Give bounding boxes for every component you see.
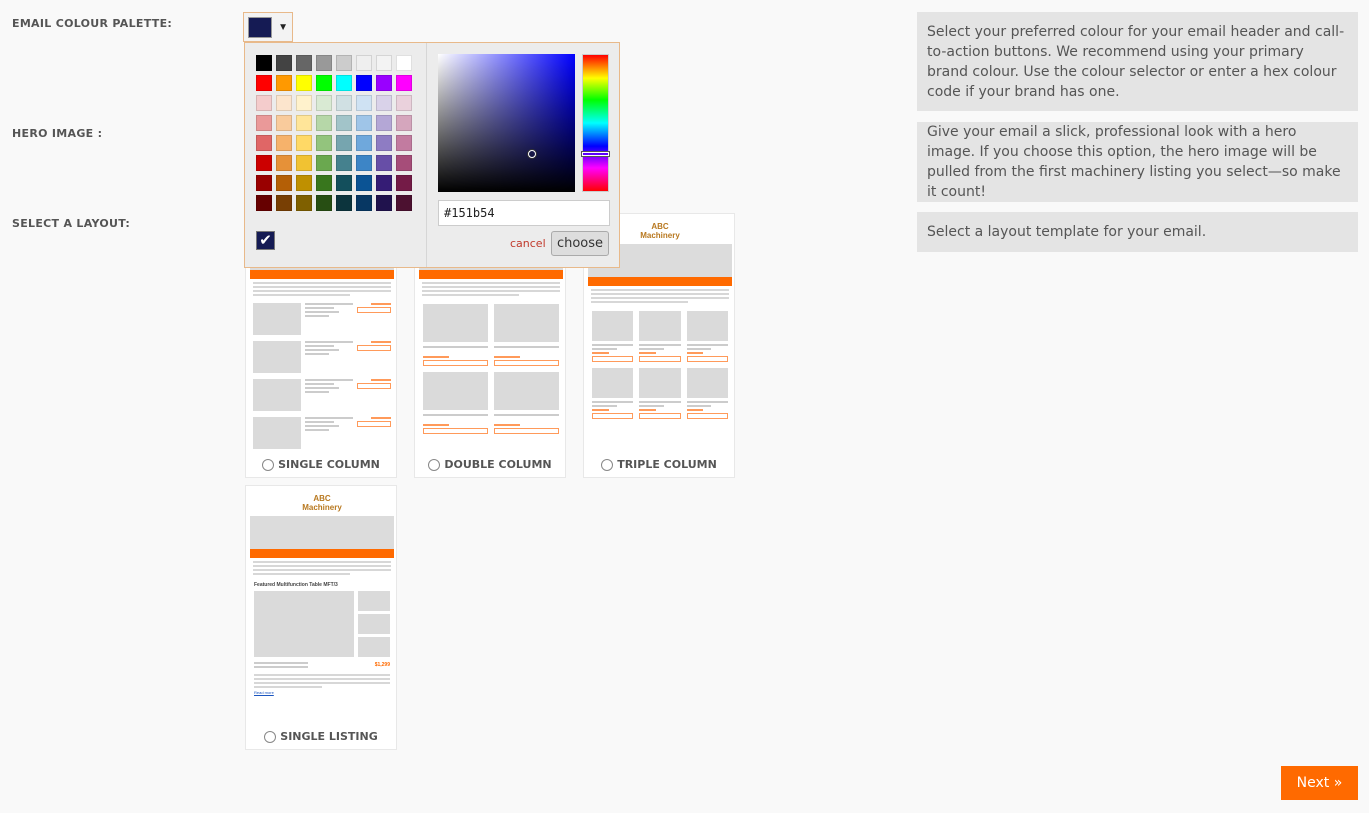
listing-price: $1,299	[374, 662, 390, 668]
palette-swatch[interactable]	[396, 195, 412, 211]
palette-swatch[interactable]	[396, 75, 412, 91]
palette-swatch[interactable]	[356, 115, 372, 131]
hue-slider[interactable]	[582, 54, 609, 192]
palette-swatch[interactable]	[256, 55, 272, 71]
palette-swatch[interactable]	[316, 135, 332, 151]
palette-swatch[interactable]	[316, 95, 332, 111]
palette-swatch[interactable]	[256, 115, 272, 131]
palette-swatch[interactable]	[296, 175, 312, 191]
select-layout-label: SELECT A LAYOUT:	[12, 217, 131, 230]
palette-swatch[interactable]	[336, 55, 352, 71]
palette-swatch[interactable]	[256, 175, 272, 191]
palette-swatch[interactable]	[276, 135, 292, 151]
palette-swatch[interactable]	[356, 175, 372, 191]
layout-help-text: Select a layout template for your email.	[917, 212, 1358, 252]
colour-help-text: Select your preferred colour for your em…	[917, 12, 1358, 111]
choose-button[interactable]: choose	[551, 231, 609, 256]
palette-swatch[interactable]	[276, 55, 292, 71]
palette-swatch[interactable]	[336, 75, 352, 91]
palette-swatch[interactable]	[316, 195, 332, 211]
palette-swatch[interactable]	[316, 155, 332, 171]
saturation-value-area[interactable]	[438, 54, 575, 192]
palette-swatch[interactable]	[256, 135, 272, 151]
palette-swatch[interactable]	[316, 115, 332, 131]
single-column-label: SINGLE COLUMN	[278, 458, 380, 471]
palette-swatch[interactable]	[316, 55, 332, 71]
palette-swatch[interactable]	[376, 55, 392, 71]
palette-swatch[interactable]	[276, 95, 292, 111]
radio-triple-column[interactable]	[601, 458, 614, 471]
palette-swatch[interactable]	[276, 195, 292, 211]
palette-swatch[interactable]	[316, 175, 332, 191]
palette-swatch[interactable]	[356, 135, 372, 151]
hex-colour-input[interactable]	[438, 200, 610, 226]
hero-image-label: HERO IMAGE :	[12, 127, 103, 140]
palette-swatch[interactable]	[316, 75, 332, 91]
palette-grid	[256, 55, 412, 211]
palette-swatch[interactable]	[396, 55, 412, 71]
palette-swatch[interactable]	[356, 95, 372, 111]
palette-swatch[interactable]	[276, 175, 292, 191]
palette-swatch[interactable]	[396, 135, 412, 151]
palette-swatch[interactable]	[376, 75, 392, 91]
next-button[interactable]: Next »	[1281, 766, 1358, 800]
palette-swatch[interactable]	[376, 135, 392, 151]
radio-single-listing[interactable]	[264, 730, 277, 743]
hue-slider-handle[interactable]	[582, 152, 609, 156]
colour-picker-panel: ✔ cancel choose	[244, 42, 620, 268]
palette-swatch[interactable]	[276, 115, 292, 131]
cancel-button[interactable]: cancel	[510, 237, 546, 250]
palette-swatch[interactable]	[396, 95, 412, 111]
triple-column-label: TRIPLE COLUMN	[617, 458, 717, 471]
palette-swatch[interactable]	[356, 75, 372, 91]
layout-card-single-listing[interactable]: ABC Machinery Featured Multifunction Tabl…	[245, 485, 397, 750]
abc-machinery-logo: ABC Machinery	[302, 494, 342, 512]
palette-swatch[interactable]	[336, 115, 352, 131]
listing-title: Featured Multifunction Table MFT/3	[254, 582, 338, 588]
palette-swatch[interactable]	[296, 195, 312, 211]
palette-swatch[interactable]	[296, 95, 312, 111]
palette-swatch[interactable]	[256, 95, 272, 111]
palette-swatch[interactable]	[256, 75, 272, 91]
palette-swatch[interactable]	[376, 115, 392, 131]
double-column-label: DOUBLE COLUMN	[444, 458, 552, 471]
palette-swatch[interactable]	[396, 115, 412, 131]
palette-swatch[interactable]	[396, 155, 412, 171]
listing-read-more: Read more	[254, 690, 274, 695]
email-colour-palette-label: EMAIL COLOUR PALETTE:	[12, 17, 173, 30]
palette-swatch[interactable]	[296, 155, 312, 171]
palette-swatch[interactable]	[356, 155, 372, 171]
palette-swatch[interactable]	[336, 155, 352, 171]
selected-palette-check-icon[interactable]: ✔	[256, 231, 275, 250]
palette-swatch[interactable]	[376, 155, 392, 171]
palette-swatch[interactable]	[356, 55, 372, 71]
palette-swatch[interactable]	[296, 55, 312, 71]
caret-down-icon: ▼	[278, 21, 288, 33]
radio-single-column[interactable]	[262, 458, 275, 471]
palette-swatch[interactable]	[356, 195, 372, 211]
palette-swatch[interactable]	[396, 175, 412, 191]
colour-picker-trigger[interactable]: ▼	[243, 12, 293, 42]
palette-swatch[interactable]	[256, 155, 272, 171]
palette-swatch[interactable]	[336, 195, 352, 211]
palette-swatch[interactable]	[336, 175, 352, 191]
palette-swatch[interactable]	[336, 95, 352, 111]
hero-help-text: Give your email a slick, professional lo…	[917, 122, 1358, 202]
palette-swatch[interactable]	[336, 135, 352, 151]
palette-swatch[interactable]	[276, 75, 292, 91]
radio-double-column[interactable]	[428, 458, 441, 471]
selected-colour-swatch	[248, 16, 273, 38]
palette-swatch[interactable]	[256, 195, 272, 211]
palette-swatch[interactable]	[296, 115, 312, 131]
palette-swatch[interactable]	[296, 135, 312, 151]
palette-swatch[interactable]	[376, 175, 392, 191]
palette-swatch[interactable]	[376, 195, 392, 211]
palette-swatch[interactable]	[376, 95, 392, 111]
sv-marker[interactable]	[528, 150, 536, 158]
single-listing-label: SINGLE LISTING	[280, 730, 378, 743]
palette-swatch[interactable]	[276, 155, 292, 171]
palette-swatch[interactable]	[296, 75, 312, 91]
single-listing-preview: ABC Machinery Featured Multifunction Tabl…	[250, 490, 394, 726]
